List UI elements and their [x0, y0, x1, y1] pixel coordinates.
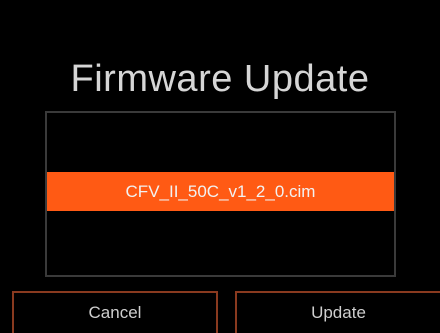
- dialog-title: Firmware Update: [70, 58, 370, 100]
- file-item-selected[interactable]: CFV_II_50C_v1_2_0.cim: [47, 172, 394, 211]
- cancel-button[interactable]: Cancel: [12, 291, 218, 333]
- firmware-file-list[interactable]: CFV_II_50C_v1_2_0.cim: [45, 111, 396, 277]
- update-button[interactable]: Update: [235, 291, 440, 333]
